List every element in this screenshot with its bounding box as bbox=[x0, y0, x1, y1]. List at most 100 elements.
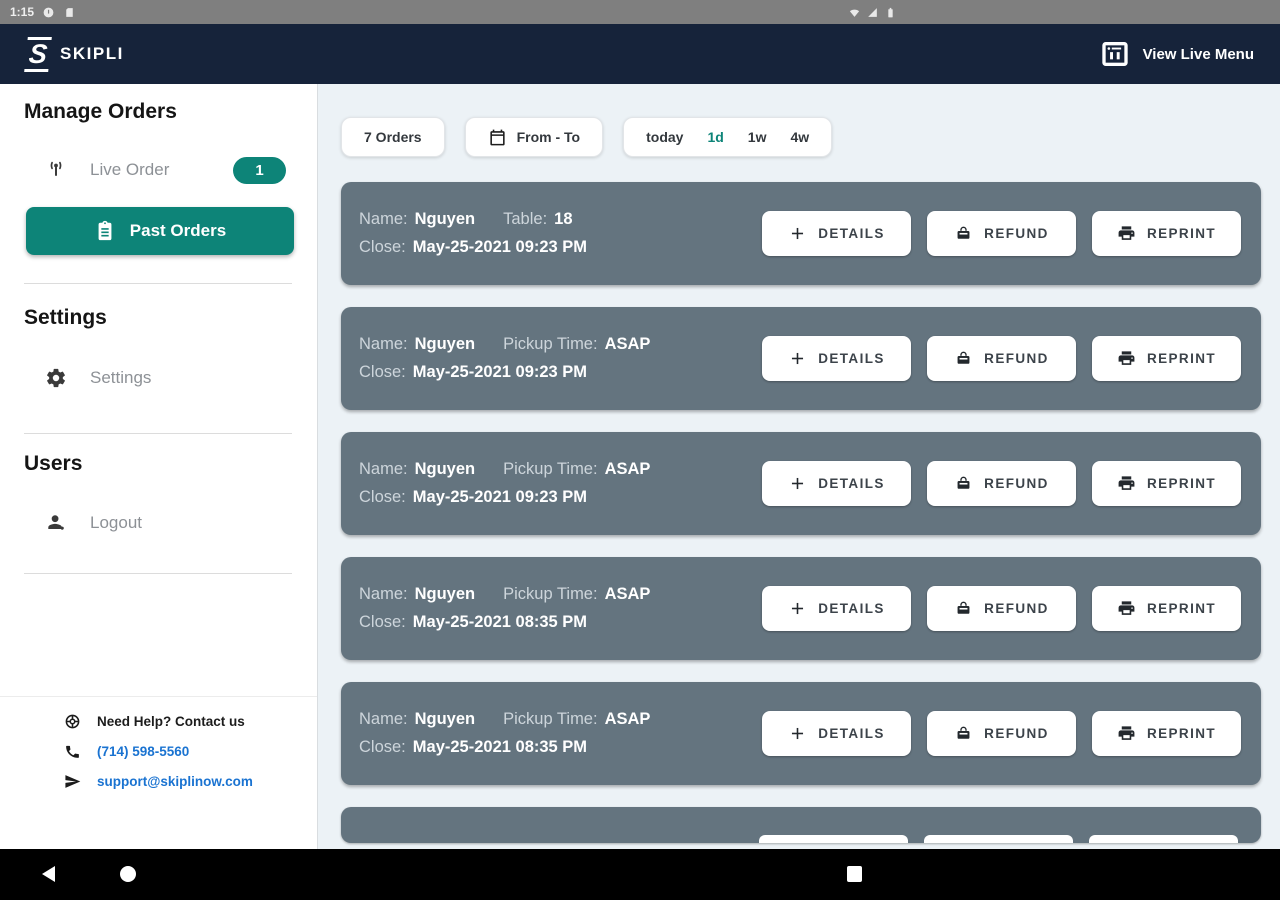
close-label: Close: bbox=[359, 738, 406, 756]
phone-link[interactable]: (714) 598-5560 bbox=[97, 744, 189, 759]
calendar-icon bbox=[488, 128, 507, 147]
order-info: Name: Nguyen Pickup Time: ASAP Close: May-25… bbox=[359, 307, 650, 410]
cell-signal-icon bbox=[866, 6, 879, 19]
refund-button[interactable]: REFUND bbox=[927, 461, 1076, 506]
close-label: Close: bbox=[359, 238, 406, 256]
plus-icon bbox=[788, 474, 807, 493]
sidebar-item-logout[interactable]: Logout bbox=[0, 508, 317, 538]
refund-button bbox=[924, 835, 1073, 843]
refund-button[interactable]: REFUND bbox=[927, 211, 1076, 256]
view-live-menu-button[interactable]: View Live Menu bbox=[1099, 38, 1254, 70]
customer-name: Nguyen bbox=[414, 210, 476, 228]
order-card: Name: Nguyen Pickup Time: ASAP Close: May-25… bbox=[341, 682, 1261, 785]
printer-icon bbox=[1117, 349, 1136, 368]
meta-label: Table: bbox=[503, 210, 548, 228]
printer-icon bbox=[1117, 599, 1136, 618]
date-range-chip[interactable]: From - To bbox=[464, 117, 604, 157]
reprint-button[interactable]: REPRINT bbox=[1092, 211, 1241, 256]
reprint-label: REPRINT bbox=[1146, 601, 1217, 616]
meta-label: Pickup Time: bbox=[503, 710, 598, 728]
orders-main-panel: 7 Orders From - To today 1d 1w 4w Name: N… bbox=[318, 84, 1280, 849]
email-link[interactable]: support@skiplinow.com bbox=[97, 774, 253, 789]
details-button[interactable]: DETAILS bbox=[762, 711, 911, 756]
status-bar: 1:15 bbox=[0, 0, 1280, 24]
phone-icon bbox=[64, 743, 81, 760]
details-label: DETAILS bbox=[818, 601, 885, 616]
recents-icon[interactable] bbox=[847, 866, 862, 882]
order-card: Name: Nguyen Table: 18 Close: May-25-2021 09… bbox=[341, 182, 1261, 285]
printer-icon bbox=[1117, 474, 1136, 493]
reprint-button[interactable]: REPRINT bbox=[1092, 336, 1241, 381]
past-orders-label: Past Orders bbox=[129, 221, 227, 240]
order-count-chip[interactable]: 7 Orders bbox=[341, 117, 445, 157]
order-info: Name: Nguyen Table: 18 Close: May-25-2021 09… bbox=[359, 182, 587, 285]
refund-label: REFUND bbox=[984, 226, 1049, 241]
past-orders-button[interactable]: Past Orders bbox=[26, 207, 294, 255]
name-label: Name: bbox=[359, 710, 408, 728]
order-card: Name: Nguyen Pickup Time: ASAP Close: May-25… bbox=[341, 432, 1261, 535]
brand-name: SKIPLI bbox=[60, 44, 124, 63]
order-card: Name: Nguyen Pickup Time: ASAP Close: May-25… bbox=[341, 557, 1261, 660]
close-label: Close: bbox=[359, 613, 406, 631]
settings-heading: Settings bbox=[24, 306, 107, 329]
meta-value: ASAP bbox=[604, 710, 651, 728]
customer-name: Nguyen bbox=[414, 335, 476, 353]
gear-icon bbox=[45, 367, 67, 389]
details-button[interactable]: DETAILS bbox=[762, 461, 911, 506]
plus-icon bbox=[788, 724, 807, 743]
lifebuoy-help-icon bbox=[64, 713, 81, 730]
details-label: DETAILS bbox=[818, 726, 885, 741]
help-text: Need Help? Contact us bbox=[97, 714, 245, 729]
details-button[interactable]: DETAILS bbox=[762, 586, 911, 631]
app-bar: S SKIPLI View Live Menu bbox=[0, 24, 1280, 84]
refund-label: REFUND bbox=[984, 476, 1049, 491]
home-icon[interactable] bbox=[120, 866, 136, 882]
logout-label: Logout bbox=[90, 513, 142, 532]
refund-button[interactable]: REFUND bbox=[927, 586, 1076, 631]
live-order-count-badge: 1 bbox=[233, 156, 286, 184]
details-button[interactable]: DETAILS bbox=[762, 336, 911, 381]
range-4w[interactable]: 4w bbox=[790, 129, 809, 145]
close-label: Close: bbox=[359, 488, 406, 506]
close-time: May-25-2021 09:23 PM bbox=[412, 363, 588, 381]
reprint-button[interactable]: REPRINT bbox=[1092, 586, 1241, 631]
plus-icon bbox=[788, 349, 807, 368]
meta-label: Pickup Time: bbox=[503, 335, 598, 353]
name-label: Name: bbox=[359, 335, 408, 353]
sidebar-divider bbox=[24, 573, 292, 574]
customer-name: Nguyen bbox=[414, 710, 476, 728]
range-1d[interactable]: 1d bbox=[707, 129, 723, 145]
refund-label: REFUND bbox=[984, 601, 1049, 616]
cash-register-icon bbox=[954, 599, 973, 618]
phone-row[interactable]: (714) 598-5560 bbox=[64, 743, 317, 760]
cash-register-icon bbox=[954, 349, 973, 368]
clipboard-icon bbox=[94, 220, 116, 242]
details-label: DETAILS bbox=[818, 351, 885, 366]
menu-board-icon bbox=[1099, 38, 1131, 70]
range-1w[interactable]: 1w bbox=[748, 129, 767, 145]
reprint-button[interactable]: REPRINT bbox=[1092, 461, 1241, 506]
customer-name: Nguyen bbox=[414, 585, 476, 603]
wifi-icon bbox=[848, 6, 861, 19]
status-time: 1:15 bbox=[10, 5, 35, 19]
reprint-button[interactable]: REPRINT bbox=[1092, 711, 1241, 756]
users-heading: Users bbox=[24, 452, 83, 475]
customer-name: Nguyen bbox=[414, 460, 476, 478]
app-screen: 1:15 S SKIPLI View Live Menu Manage Orde… bbox=[0, 0, 1280, 900]
sidebar-item-live-order[interactable]: Live Order 1 bbox=[0, 155, 317, 185]
email-row[interactable]: support@skiplinow.com bbox=[64, 773, 317, 790]
back-icon[interactable] bbox=[42, 866, 55, 882]
refund-button[interactable]: REFUND bbox=[927, 711, 1076, 756]
refund-label: REFUND bbox=[984, 351, 1049, 366]
meta-value: 18 bbox=[554, 210, 573, 228]
details-button[interactable]: DETAILS bbox=[762, 211, 911, 256]
order-info: Name: Nguyen Pickup Time: ASAP Close: May-25… bbox=[359, 557, 650, 660]
order-info: Name: Nguyen Pickup Time: ASAP Close: May-25… bbox=[359, 432, 650, 535]
order-count-label: 7 Orders bbox=[364, 129, 422, 145]
refund-button[interactable]: REFUND bbox=[927, 336, 1076, 381]
range-today[interactable]: today bbox=[646, 129, 683, 145]
sidebar-item-settings[interactable]: Settings bbox=[0, 363, 317, 393]
plus-icon bbox=[788, 599, 807, 618]
name-label: Name: bbox=[359, 585, 408, 603]
reprint-label: REPRINT bbox=[1146, 226, 1217, 241]
